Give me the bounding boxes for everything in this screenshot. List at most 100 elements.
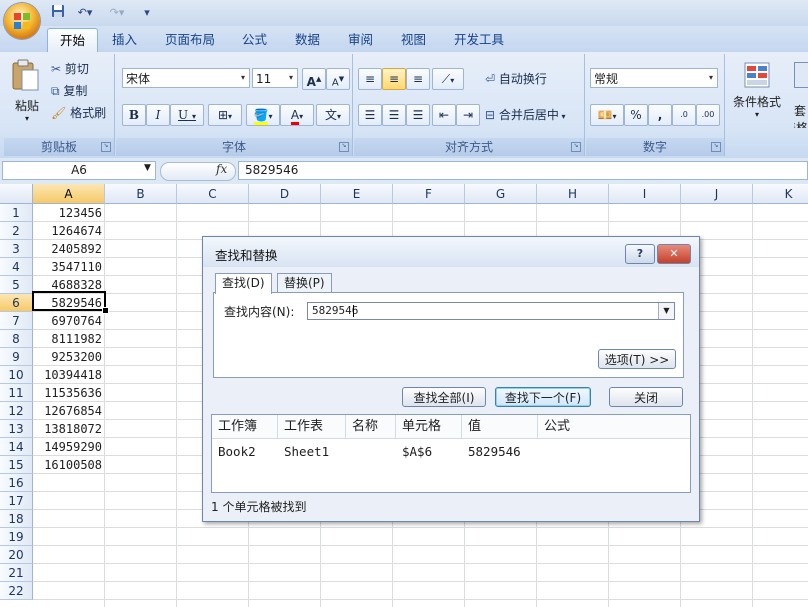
help-button[interactable]: ? — [625, 244, 655, 264]
tab-developer[interactable]: 开发工具 — [442, 28, 516, 51]
wrap-text-button[interactable]: ⏎ 自动换行 — [484, 68, 582, 90]
column-header-i[interactable]: I — [609, 184, 681, 204]
row-header-12[interactable]: 12 — [0, 402, 33, 420]
phonetic-button[interactable]: 文▾ — [316, 104, 350, 126]
formula-input[interactable]: 5829546 — [238, 161, 808, 180]
copy-button[interactable]: ⧉ 复制 — [50, 80, 110, 102]
conditional-format-button[interactable]: 条件格式 ▾ — [728, 60, 786, 130]
chevron-down-icon[interactable]: ▼ — [144, 163, 151, 173]
insert-function-icon[interactable]: fx — [216, 162, 227, 176]
tab-page-layout[interactable]: 页面布局 — [153, 28, 227, 51]
result-row[interactable]: Book2 Sheet1 $A$6 5829546 — [212, 439, 690, 461]
chevron-down-icon[interactable]: ▾ — [285, 69, 297, 87]
dialog-title-bar[interactable]: 查找和替换 ? ✕ — [203, 237, 699, 267]
cell-a10[interactable]: 10394418 — [33, 366, 105, 384]
column-header-e[interactable]: E — [321, 184, 393, 204]
row-header-14[interactable]: 14 — [0, 438, 33, 456]
row-header-8[interactable]: 8 — [0, 330, 33, 348]
column-header-c[interactable]: C — [177, 184, 249, 204]
row-header-5[interactable]: 5 — [0, 276, 33, 294]
align-middle-button[interactable]: ≡ — [382, 68, 406, 90]
align-right-button[interactable]: ☰ — [406, 104, 430, 126]
font-size-combo[interactable]: 11 ▾ — [252, 68, 298, 88]
cut-button[interactable]: ✂ 剪切 — [50, 58, 110, 80]
tab-find[interactable]: 查找(D) — [215, 273, 272, 294]
cell-a1[interactable]: 123456 — [33, 204, 105, 222]
row-header-7[interactable]: 7 — [0, 312, 33, 330]
cell-a7[interactable]: 6970764 — [33, 312, 105, 330]
cell-a12[interactable]: 12676854 — [33, 402, 105, 420]
row-header-19[interactable]: 19 — [0, 528, 33, 546]
row-header-2[interactable]: 2 — [0, 222, 33, 240]
increase-indent-button[interactable]: ⇥ — [456, 104, 480, 126]
tab-insert[interactable]: 插入 — [100, 28, 149, 51]
column-header-j[interactable]: J — [681, 184, 753, 204]
close-button[interactable]: 关闭 — [609, 387, 683, 407]
cell-a13[interactable]: 13818072 — [33, 420, 105, 438]
select-all-button[interactable] — [0, 184, 33, 204]
column-header-k[interactable]: K — [753, 184, 808, 204]
row-header-1[interactable]: 1 — [0, 204, 33, 222]
clipboard-launcher-icon[interactable]: ↘ — [101, 142, 111, 152]
find-all-button[interactable]: 查找全部(I) — [402, 387, 486, 407]
paste-button[interactable]: 粘贴 ▾ — [10, 58, 44, 123]
cell-a14[interactable]: 14959290 — [33, 438, 105, 456]
redo-icon[interactable]: ↷▾ — [104, 4, 130, 21]
chevron-down-icon[interactable]: ▾ — [237, 69, 249, 87]
col-header-name[interactable]: 名称 — [346, 415, 396, 439]
cell-a15[interactable]: 16100508 — [33, 456, 105, 474]
row-header-22[interactable]: 22 — [0, 582, 33, 600]
row-header-13[interactable]: 13 — [0, 420, 33, 438]
orientation-button[interactable]: ⟋▾ — [432, 68, 464, 90]
align-bottom-button[interactable]: ≡ — [406, 68, 430, 90]
font-launcher-icon[interactable]: ↘ — [339, 142, 349, 152]
dialog-close-icon[interactable]: ✕ — [657, 244, 691, 264]
undo-icon[interactable]: ↶▾ — [72, 4, 98, 21]
tab-home[interactable]: 开始 — [47, 28, 99, 52]
percent-button[interactable]: % — [624, 104, 648, 126]
row-header-16[interactable]: 16 — [0, 474, 33, 492]
tab-data[interactable]: 数据 — [283, 28, 332, 51]
column-header-b[interactable]: B — [105, 184, 177, 204]
cell-a4[interactable]: 3547110 — [33, 258, 105, 276]
align-left-button[interactable]: ☰ — [358, 104, 382, 126]
cell-a11[interactable]: 11535636 — [33, 384, 105, 402]
number-format-combo[interactable]: 常规 ▾ — [590, 68, 718, 88]
row-header-15[interactable]: 15 — [0, 456, 33, 474]
format-painter-button[interactable]: 🖌 格式刷 — [50, 102, 114, 124]
row-header-18[interactable]: 18 — [0, 510, 33, 528]
font-name-combo[interactable]: 宋体 ▾ — [122, 68, 250, 88]
tab-view[interactable]: 视图 — [389, 28, 438, 51]
borders-button[interactable]: ⊞▾ — [208, 104, 242, 126]
row-header-9[interactable]: 9 — [0, 348, 33, 366]
decrease-decimal-button[interactable]: .00 — [696, 104, 720, 126]
comma-button[interactable]: , — [648, 104, 672, 126]
find-what-input[interactable]: 5829546 ▼ — [307, 302, 675, 320]
tab-formulas[interactable]: 公式 — [230, 28, 279, 51]
row-header-17[interactable]: 17 — [0, 492, 33, 510]
row-header-6[interactable]: 6 — [0, 294, 33, 312]
accounting-format-button[interactable]: 💴▾ — [590, 104, 624, 126]
col-header-workbook[interactable]: 工作簿 — [212, 415, 278, 439]
col-header-value[interactable]: 值 — [462, 415, 538, 439]
row-header-3[interactable]: 3 — [0, 240, 33, 258]
customize-qat-icon[interactable]: ▾ — [140, 4, 154, 21]
row-header-20[interactable]: 20 — [0, 546, 33, 564]
column-header-h[interactable]: H — [537, 184, 609, 204]
font-color-button[interactable]: A▾ — [280, 104, 314, 126]
merge-center-button[interactable]: ⊟ 合并后居中 ▾ — [484, 104, 582, 126]
row-header-4[interactable]: 4 — [0, 258, 33, 276]
column-header-a[interactable]: A — [33, 184, 105, 204]
tab-replace[interactable]: 替换(P) — [277, 273, 332, 293]
office-button[interactable] — [4, 3, 40, 39]
row-header-21[interactable]: 21 — [0, 564, 33, 582]
find-next-button[interactable]: 查找下一个(F) — [495, 387, 591, 407]
fill-handle[interactable] — [102, 307, 109, 314]
italic-button[interactable]: I — [146, 104, 170, 126]
name-box[interactable]: A6 — [2, 161, 156, 180]
align-center-button[interactable]: ☰ — [382, 104, 406, 126]
shrink-font-button[interactable]: A▼ — [326, 68, 350, 90]
col-header-formula[interactable]: 公式 — [538, 415, 690, 439]
column-header-d[interactable]: D — [249, 184, 321, 204]
column-header-f[interactable]: F — [393, 184, 465, 204]
